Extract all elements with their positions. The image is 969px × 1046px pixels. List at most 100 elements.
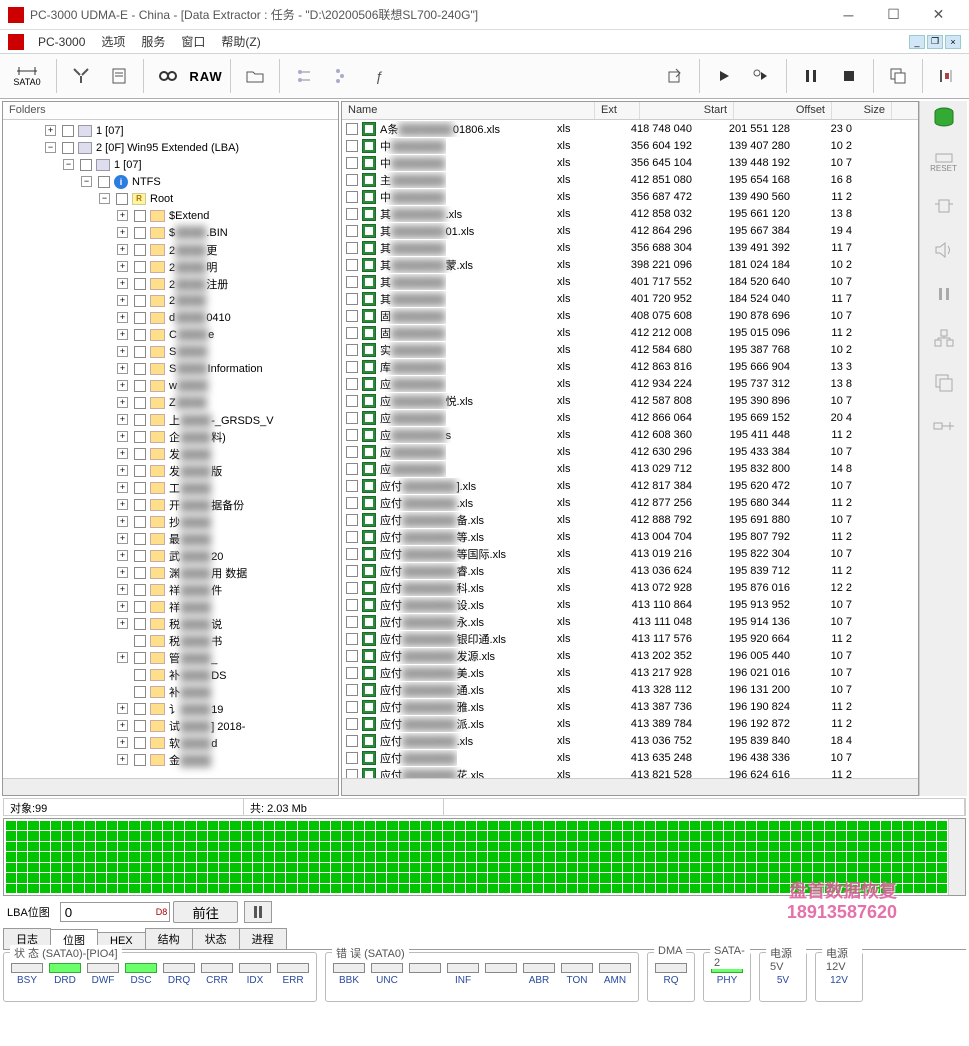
tree-checkbox[interactable] bbox=[62, 125, 74, 137]
row-checkbox[interactable] bbox=[346, 293, 358, 305]
table-row[interactable]: 主███████xls412 851 080195 654 16816 8 bbox=[342, 171, 918, 188]
tree-row[interactable]: +S████Information bbox=[5, 360, 336, 377]
tree-checkbox[interactable] bbox=[134, 652, 146, 664]
tree-checkbox[interactable] bbox=[116, 193, 128, 205]
tree-checkbox[interactable] bbox=[134, 516, 146, 528]
tree-checkbox[interactable] bbox=[134, 482, 146, 494]
tree-row[interactable]: +祥████件 bbox=[5, 581, 336, 598]
row-checkbox[interactable] bbox=[346, 310, 358, 322]
row-checkbox[interactable] bbox=[346, 259, 358, 271]
table-row[interactable]: 固███████xls408 075 608190 878 69610 7 bbox=[342, 307, 918, 324]
tree-row[interactable]: +2████明 bbox=[5, 258, 336, 275]
tree-row[interactable]: +上████-_GRSDS_V bbox=[5, 411, 336, 428]
tree-row[interactable]: +金████ bbox=[5, 751, 336, 768]
row-checkbox[interactable] bbox=[346, 412, 358, 424]
export-button[interactable] bbox=[657, 58, 693, 94]
expand-icon[interactable]: − bbox=[99, 193, 110, 204]
tree-checkbox[interactable] bbox=[134, 312, 146, 324]
tree-row[interactable]: +试████] 2018- bbox=[5, 717, 336, 734]
row-checkbox[interactable] bbox=[346, 242, 358, 254]
tree-checkbox[interactable] bbox=[134, 431, 146, 443]
menu-window[interactable]: 窗口 bbox=[173, 31, 213, 52]
expand-icon[interactable]: + bbox=[45, 125, 56, 136]
table-row[interactable]: A条███████01806.xlsxls418 748 040201 551 … bbox=[342, 120, 918, 137]
close-button[interactable]: ✕ bbox=[916, 1, 961, 29]
table-row[interactable]: 其███████xls401 720 952184 524 04011 7 bbox=[342, 290, 918, 307]
col-start[interactable]: Start bbox=[640, 102, 734, 119]
tree-checkbox[interactable] bbox=[134, 618, 146, 630]
tree-row[interactable]: +祥████ bbox=[5, 598, 336, 615]
expand-icon[interactable]: + bbox=[117, 261, 128, 272]
col-ext[interactable]: Ext bbox=[595, 102, 640, 119]
table-row[interactable]: 实███████xls412 584 680195 387 76810 2 bbox=[342, 341, 918, 358]
tree-checkbox[interactable] bbox=[80, 159, 92, 171]
expand-icon[interactable]: + bbox=[117, 431, 128, 442]
tree-row[interactable]: +1 [07] bbox=[5, 122, 336, 139]
expand-icon[interactable]: + bbox=[117, 754, 128, 765]
script-button[interactable] bbox=[101, 58, 137, 94]
tree-row[interactable]: +2████ bbox=[5, 292, 336, 309]
tree-row[interactable]: +$████.BIN bbox=[5, 224, 336, 241]
stop-button[interactable] bbox=[831, 58, 867, 94]
tree-checkbox[interactable] bbox=[134, 227, 146, 239]
tree-row[interactable]: +渊████用 数据 bbox=[5, 564, 336, 581]
row-checkbox[interactable] bbox=[346, 157, 358, 169]
raw-button[interactable]: RAW bbox=[188, 58, 224, 94]
layers-icon[interactable] bbox=[929, 369, 959, 395]
row-checkbox[interactable] bbox=[346, 344, 358, 356]
tree-checkbox[interactable] bbox=[134, 635, 146, 647]
row-checkbox[interactable] bbox=[346, 140, 358, 152]
tab-状态[interactable]: 状态 bbox=[192, 928, 240, 949]
expand-icon[interactable]: + bbox=[117, 363, 128, 374]
sata-button[interactable]: SATA0 bbox=[4, 58, 50, 94]
table-row[interactable]: 应███████xls413 029 712195 832 80014 8 bbox=[342, 460, 918, 477]
table-row[interactable]: 中███████xls356 687 472139 490 56011 2 bbox=[342, 188, 918, 205]
tree-checkbox[interactable] bbox=[134, 737, 146, 749]
row-checkbox[interactable] bbox=[346, 650, 358, 662]
row-checkbox[interactable] bbox=[346, 395, 358, 407]
db-icon[interactable] bbox=[929, 105, 959, 131]
table-row[interactable]: 其███████xls401 717 552184 520 64010 7 bbox=[342, 273, 918, 290]
tree-row[interactable]: +企████料) bbox=[5, 428, 336, 445]
tree-checkbox[interactable] bbox=[134, 380, 146, 392]
reset-button[interactable]: RESET bbox=[929, 149, 959, 175]
tree-checkbox[interactable] bbox=[134, 329, 146, 341]
tree-checkbox[interactable] bbox=[134, 550, 146, 562]
chip-icon[interactable] bbox=[929, 193, 959, 219]
tree-row[interactable]: +发████ bbox=[5, 445, 336, 462]
expand-icon[interactable]: + bbox=[117, 584, 128, 595]
table-row[interactable]: 应付███████科.xlsxls413 072 928195 876 0161… bbox=[342, 579, 918, 596]
row-checkbox[interactable] bbox=[346, 361, 358, 373]
tree-expand-button[interactable] bbox=[324, 58, 360, 94]
tree-row[interactable]: 补████ bbox=[5, 683, 336, 700]
tree-row[interactable]: −RRoot bbox=[5, 190, 336, 207]
tree-row[interactable]: +2████注册 bbox=[5, 275, 336, 292]
row-checkbox[interactable] bbox=[346, 174, 358, 186]
row-checkbox[interactable] bbox=[346, 208, 358, 220]
expand-icon[interactable]: + bbox=[117, 295, 128, 306]
tree-row[interactable]: −2 [0F] Win95 Extended (LBA) bbox=[5, 139, 336, 156]
tree-checkbox[interactable] bbox=[62, 142, 74, 154]
grid-scrollbar[interactable] bbox=[342, 778, 918, 795]
lbamap-scrollbar[interactable] bbox=[948, 819, 965, 895]
expand-icon[interactable]: + bbox=[117, 414, 128, 425]
table-row[interactable]: 其███████01.xlsxls412 864 296195 667 3841… bbox=[342, 222, 918, 239]
tree-checkbox[interactable] bbox=[134, 278, 146, 290]
table-row[interactable]: 应付███████睿.xlsxls413 036 624195 839 7121… bbox=[342, 562, 918, 579]
expand-icon[interactable]: + bbox=[117, 720, 128, 731]
table-row[interactable]: 应付███████通.xlsxls413 328 112196 131 2001… bbox=[342, 681, 918, 698]
row-checkbox[interactable] bbox=[346, 565, 358, 577]
row-checkbox[interactable] bbox=[346, 123, 358, 135]
menu-service[interactable]: 服务 bbox=[133, 31, 173, 52]
tree-row[interactable]: +w████ bbox=[5, 377, 336, 394]
expand-icon[interactable]: + bbox=[117, 601, 128, 612]
expand-icon[interactable]: + bbox=[117, 346, 128, 357]
lba-input[interactable] bbox=[60, 902, 170, 922]
expand-icon[interactable]: + bbox=[117, 312, 128, 323]
row-checkbox[interactable] bbox=[346, 548, 358, 560]
lba-go-button[interactable]: 前往 bbox=[173, 901, 238, 923]
row-checkbox[interactable] bbox=[346, 191, 358, 203]
tree-row[interactable]: +管████_ bbox=[5, 649, 336, 666]
tree-row[interactable]: +软████d bbox=[5, 734, 336, 751]
table-row[interactable]: 应付███████花.xlsxls413 821 528196 624 6161… bbox=[342, 766, 918, 778]
